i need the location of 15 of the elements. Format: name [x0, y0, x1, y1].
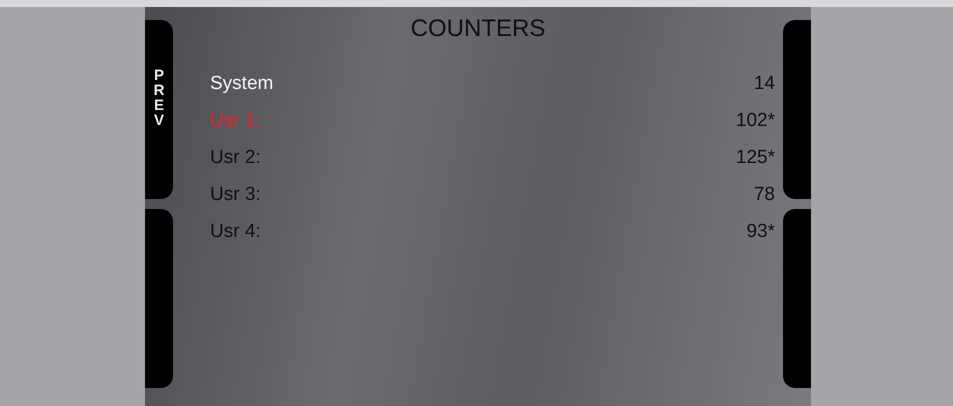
counter-label: Usr 1:	[210, 110, 261, 132]
side-button[interactable]: PREV	[145, 20, 173, 199]
counter-label: Usr 4:	[210, 220, 261, 242]
side-button[interactable]	[783, 209, 811, 388]
counter-value: 78	[754, 184, 775, 206]
counter-value: 14	[754, 72, 775, 94]
counter-value: 102*	[736, 110, 775, 132]
counter-label: Usr 2:	[210, 146, 261, 168]
counter-label: Usr 3:	[210, 184, 261, 206]
counter-value: 125*	[736, 146, 775, 168]
side-button[interactable]	[783, 20, 811, 199]
screen-title: COUNTERS	[410, 15, 546, 44]
counter-label: System	[210, 72, 274, 94]
counter-value: 93*	[746, 220, 775, 242]
side-button[interactable]	[145, 209, 173, 388]
